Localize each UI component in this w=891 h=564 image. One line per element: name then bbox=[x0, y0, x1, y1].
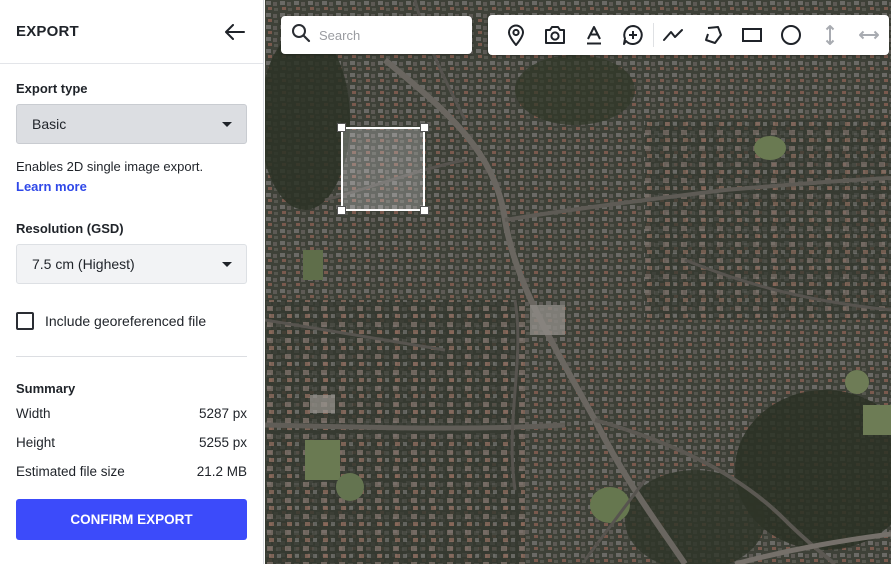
summary-value: 5255 px bbox=[198, 435, 247, 450]
summary-label: Estimated file size bbox=[16, 464, 125, 479]
horizontal-measure-icon[interactable] bbox=[850, 15, 889, 55]
summary-list: Width 5287 px Height 5255 px Estimated f… bbox=[16, 406, 247, 482]
summary-label: Height bbox=[16, 435, 56, 450]
summary-value: 21.2 MB bbox=[196, 464, 247, 479]
summary-row-height: Height 5255 px bbox=[16, 435, 247, 453]
panel-title: EXPORT bbox=[16, 23, 79, 40]
export-selection-box[interactable] bbox=[337, 123, 429, 215]
description-text: Enables 2D single image export. bbox=[16, 159, 204, 174]
summary-row-width: Width 5287 px bbox=[16, 406, 247, 424]
export-panel: EXPORT Export type Basic Enables 2D sing… bbox=[0, 0, 264, 564]
search-input[interactable] bbox=[319, 27, 459, 43]
export-type-description: Enables 2D single image export. Learn mo… bbox=[16, 157, 247, 197]
camera-icon[interactable] bbox=[535, 15, 574, 55]
search-box bbox=[281, 16, 472, 54]
panel-header: EXPORT bbox=[0, 0, 263, 64]
resolution-select[interactable]: 7.5 cm (Highest) bbox=[16, 244, 247, 284]
pin-icon[interactable] bbox=[496, 15, 535, 55]
resize-handle-top-left[interactable] bbox=[337, 123, 346, 132]
polygon-icon[interactable] bbox=[693, 15, 732, 55]
add-comment-icon[interactable] bbox=[614, 23, 654, 47]
georeferenced-option: Include georeferenced file bbox=[16, 312, 247, 330]
georeferenced-checkbox[interactable] bbox=[16, 312, 34, 330]
aerial-imagery bbox=[265, 0, 891, 564]
summary-label: Width bbox=[16, 406, 51, 421]
map-view[interactable] bbox=[265, 0, 891, 564]
export-type-label: Export type bbox=[16, 81, 88, 96]
export-type-value: Basic bbox=[32, 116, 67, 132]
divider bbox=[16, 356, 247, 357]
learn-more-link[interactable]: Learn more bbox=[16, 177, 87, 197]
resize-handle-bottom-right[interactable] bbox=[420, 206, 429, 215]
summary-value: 5287 px bbox=[198, 406, 247, 421]
resize-handle-top-right[interactable] bbox=[420, 123, 429, 132]
summary-row-file-size: Estimated file size 21.2 MB bbox=[16, 464, 247, 482]
chevron-down-icon bbox=[222, 261, 232, 267]
circle-icon[interactable] bbox=[771, 15, 810, 55]
rectangle-icon[interactable] bbox=[732, 15, 771, 55]
resize-handle-bottom-left[interactable] bbox=[337, 206, 346, 215]
export-type-select[interactable]: Basic bbox=[16, 104, 247, 144]
summary-title: Summary bbox=[16, 381, 76, 396]
search-icon bbox=[291, 23, 311, 48]
resolution-label: Resolution (GSD) bbox=[16, 221, 124, 236]
resolution-value: 7.5 cm (Highest) bbox=[32, 256, 135, 272]
georeferenced-label: Include georeferenced file bbox=[45, 313, 207, 329]
back-arrow-icon[interactable] bbox=[223, 20, 247, 44]
text-icon[interactable] bbox=[574, 15, 613, 55]
polyline-icon[interactable] bbox=[654, 15, 693, 55]
confirm-export-button[interactable]: CONFIRM EXPORT bbox=[16, 499, 247, 540]
vertical-measure-icon[interactable] bbox=[811, 15, 850, 55]
drawing-toolbar bbox=[488, 15, 889, 55]
chevron-down-icon bbox=[222, 121, 232, 127]
